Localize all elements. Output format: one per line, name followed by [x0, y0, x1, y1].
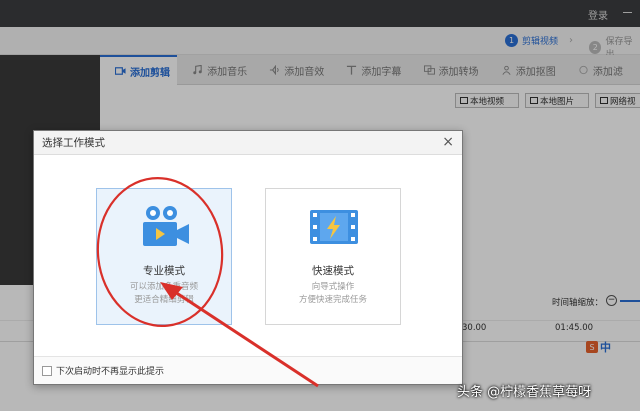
- select-mode-dialog: 选择工作模式 × 专业模式 可以添加多重音频 更适合精细剪辑 快速模式 向导式操…: [33, 130, 463, 385]
- close-icon[interactable]: ×: [442, 135, 454, 149]
- mode-description: 向导式操作: [311, 282, 355, 292]
- mode-title: 专业模式: [143, 265, 185, 277]
- dialog-title: 选择工作模式: [42, 137, 105, 149]
- mode-title: 快速模式: [312, 265, 354, 277]
- watermark: 头条 @柠檬香蕉草莓呀: [457, 385, 592, 400]
- dont-show-again-checkbox[interactable]: [42, 365, 52, 376]
- professional-mode-card[interactable]: 专业模式 可以添加多重音频 更适合精细剪辑: [96, 188, 232, 325]
- mode-description: 可以添加多重音频: [129, 282, 198, 292]
- dont-show-again-label: 下次启动时不再显示此提示: [56, 367, 165, 377]
- film-strip-lightning-icon: [310, 210, 358, 244]
- mode-description: 方便快速完成任务: [298, 295, 367, 305]
- mode-description: 更适合精细剪辑: [134, 295, 194, 305]
- dialog-header: 选择工作模式 ×: [34, 131, 462, 155]
- quick-mode-card[interactable]: 快速模式 向导式操作 方便快速完成任务: [265, 188, 401, 325]
- movie-camera-icon: [143, 206, 189, 246]
- dialog-footer: 下次启动时不再显示此提示: [34, 356, 462, 384]
